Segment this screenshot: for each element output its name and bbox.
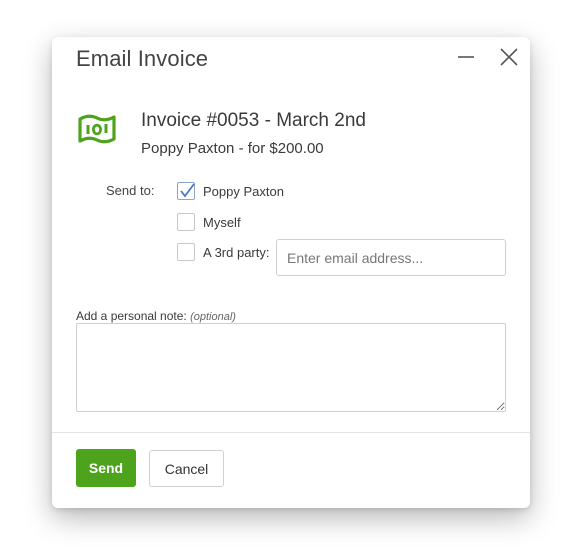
personal-note-label-text: Add a personal note: <box>76 309 187 323</box>
money-bill-icon <box>76 111 118 147</box>
personal-note-label: Add a personal note: (optional) <box>76 309 236 323</box>
dialog-title: Email Invoice <box>76 46 209 71</box>
recipient-label-third-party: A 3rd party: <box>203 244 270 260</box>
invoice-subtitle: Poppy Paxton - for $200.00 <box>141 140 324 157</box>
recipient-option-third-party[interactable]: A 3rd party: <box>177 242 269 262</box>
cancel-button[interactable]: Cancel <box>149 450 224 487</box>
recipient-option-myself[interactable]: Myself <box>177 212 241 232</box>
send-button[interactable]: Send <box>76 449 136 487</box>
third-party-email-input[interactable] <box>276 239 506 276</box>
checkbox[interactable] <box>177 213 195 231</box>
checkbox[interactable] <box>177 243 195 261</box>
close-icon[interactable] <box>495 45 523 73</box>
optional-hint: (optional) <box>190 311 236 323</box>
minimize-icon[interactable] <box>452 45 480 73</box>
send-to-label: Send to: <box>106 183 155 198</box>
recipient-label-client: Poppy Paxton <box>203 183 284 199</box>
recipient-label-myself: Myself <box>203 214 241 230</box>
personal-note-textarea[interactable] <box>76 323 506 412</box>
checkbox-checked[interactable] <box>177 182 195 200</box>
recipient-option-client[interactable]: Poppy Paxton <box>177 181 284 201</box>
email-invoice-dialog: Email Invoice Invoice #0053 - March 2nd … <box>52 37 530 508</box>
invoice-title: Invoice #0053 - March 2nd <box>141 110 366 131</box>
footer-divider <box>52 432 530 433</box>
